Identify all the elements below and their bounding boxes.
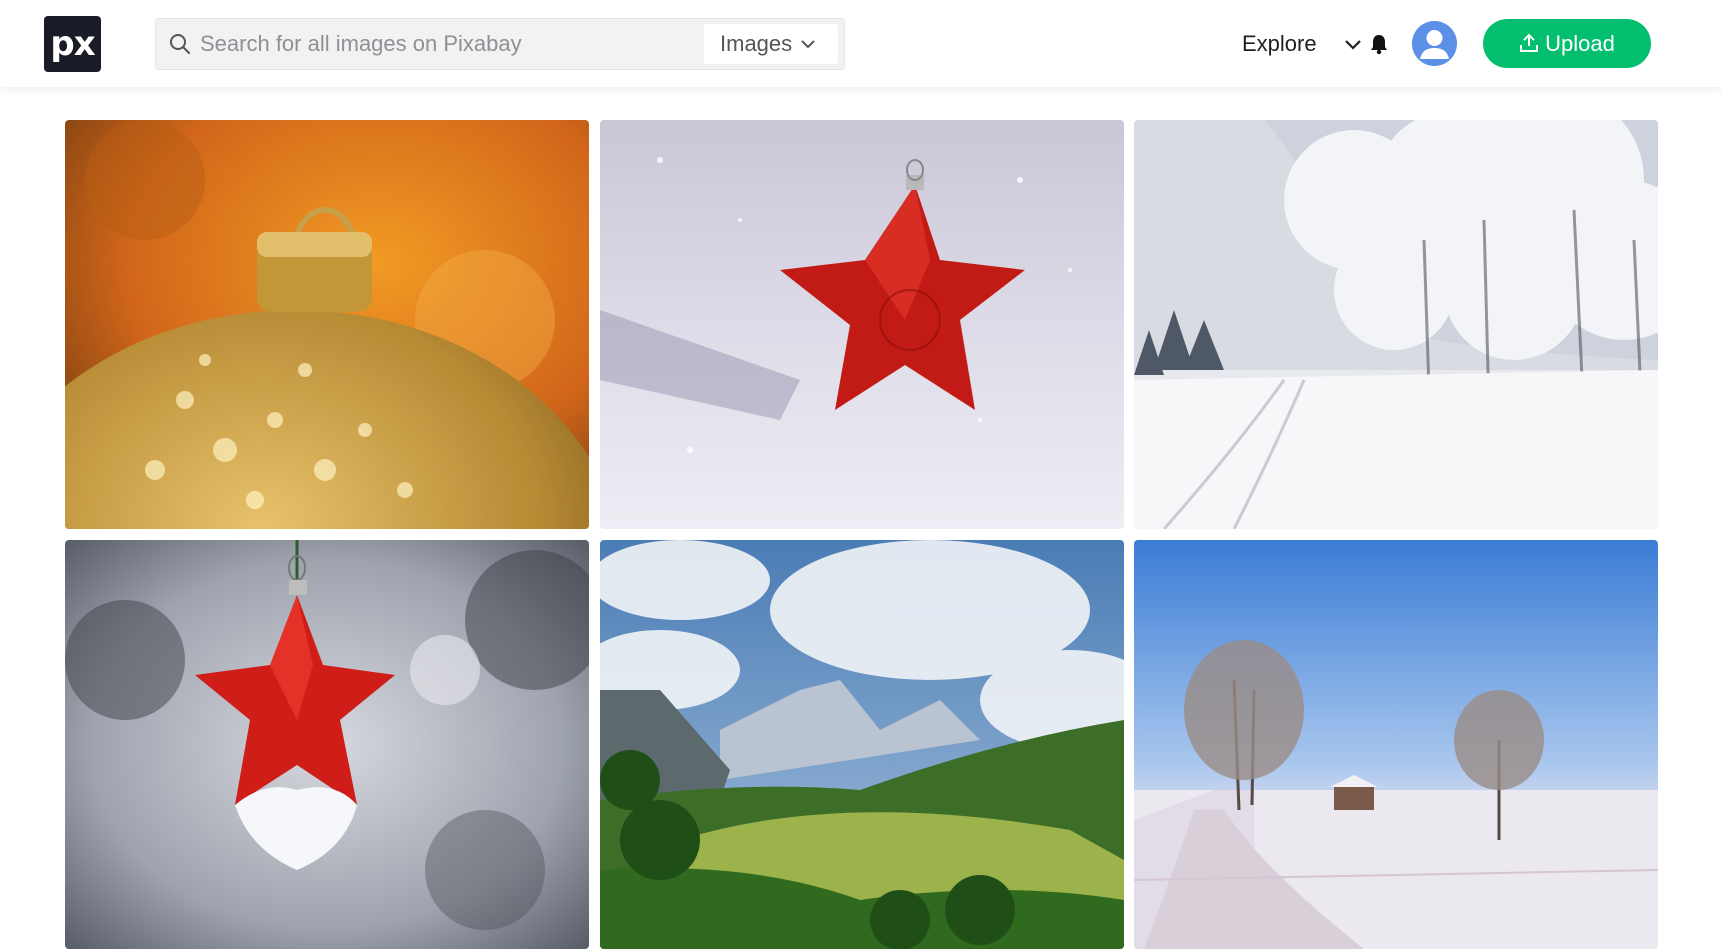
gallery-photo-snowy-road[interactable]: [1134, 540, 1658, 949]
bell-icon[interactable]: [1368, 33, 1390, 55]
search-type-label: Images: [720, 31, 793, 56]
search-bar: Images: [155, 18, 845, 70]
top-navbar: px Images Explore: [0, 0, 1722, 87]
explore-menu-button[interactable]: Explore: [1242, 26, 1361, 62]
upload-button[interactable]: Upload: [1483, 19, 1651, 68]
user-avatar-icon[interactable]: [1412, 21, 1457, 66]
gallery-photo-snowy-trees[interactable]: [1134, 120, 1658, 529]
explore-label: Explore: [1242, 31, 1317, 56]
gallery-photo-red-star-snow[interactable]: [600, 120, 1124, 529]
search-icon[interactable]: [168, 32, 192, 56]
chevron-down-icon: [1345, 40, 1361, 50]
chevron-down-icon: [801, 40, 815, 49]
upload-icon: [1520, 33, 1539, 52]
search-type-dropdown[interactable]: Images: [704, 24, 838, 64]
gallery-photo-mountain-valley[interactable]: [600, 540, 1124, 949]
gallery-photo-gold-bauble[interactable]: [65, 120, 589, 529]
upload-label: Upload: [1545, 31, 1615, 56]
pixabay-logo[interactable]: px: [44, 16, 101, 72]
search-input[interactable]: [200, 19, 750, 69]
gallery-photo-red-star-hanging[interactable]: [65, 540, 589, 949]
